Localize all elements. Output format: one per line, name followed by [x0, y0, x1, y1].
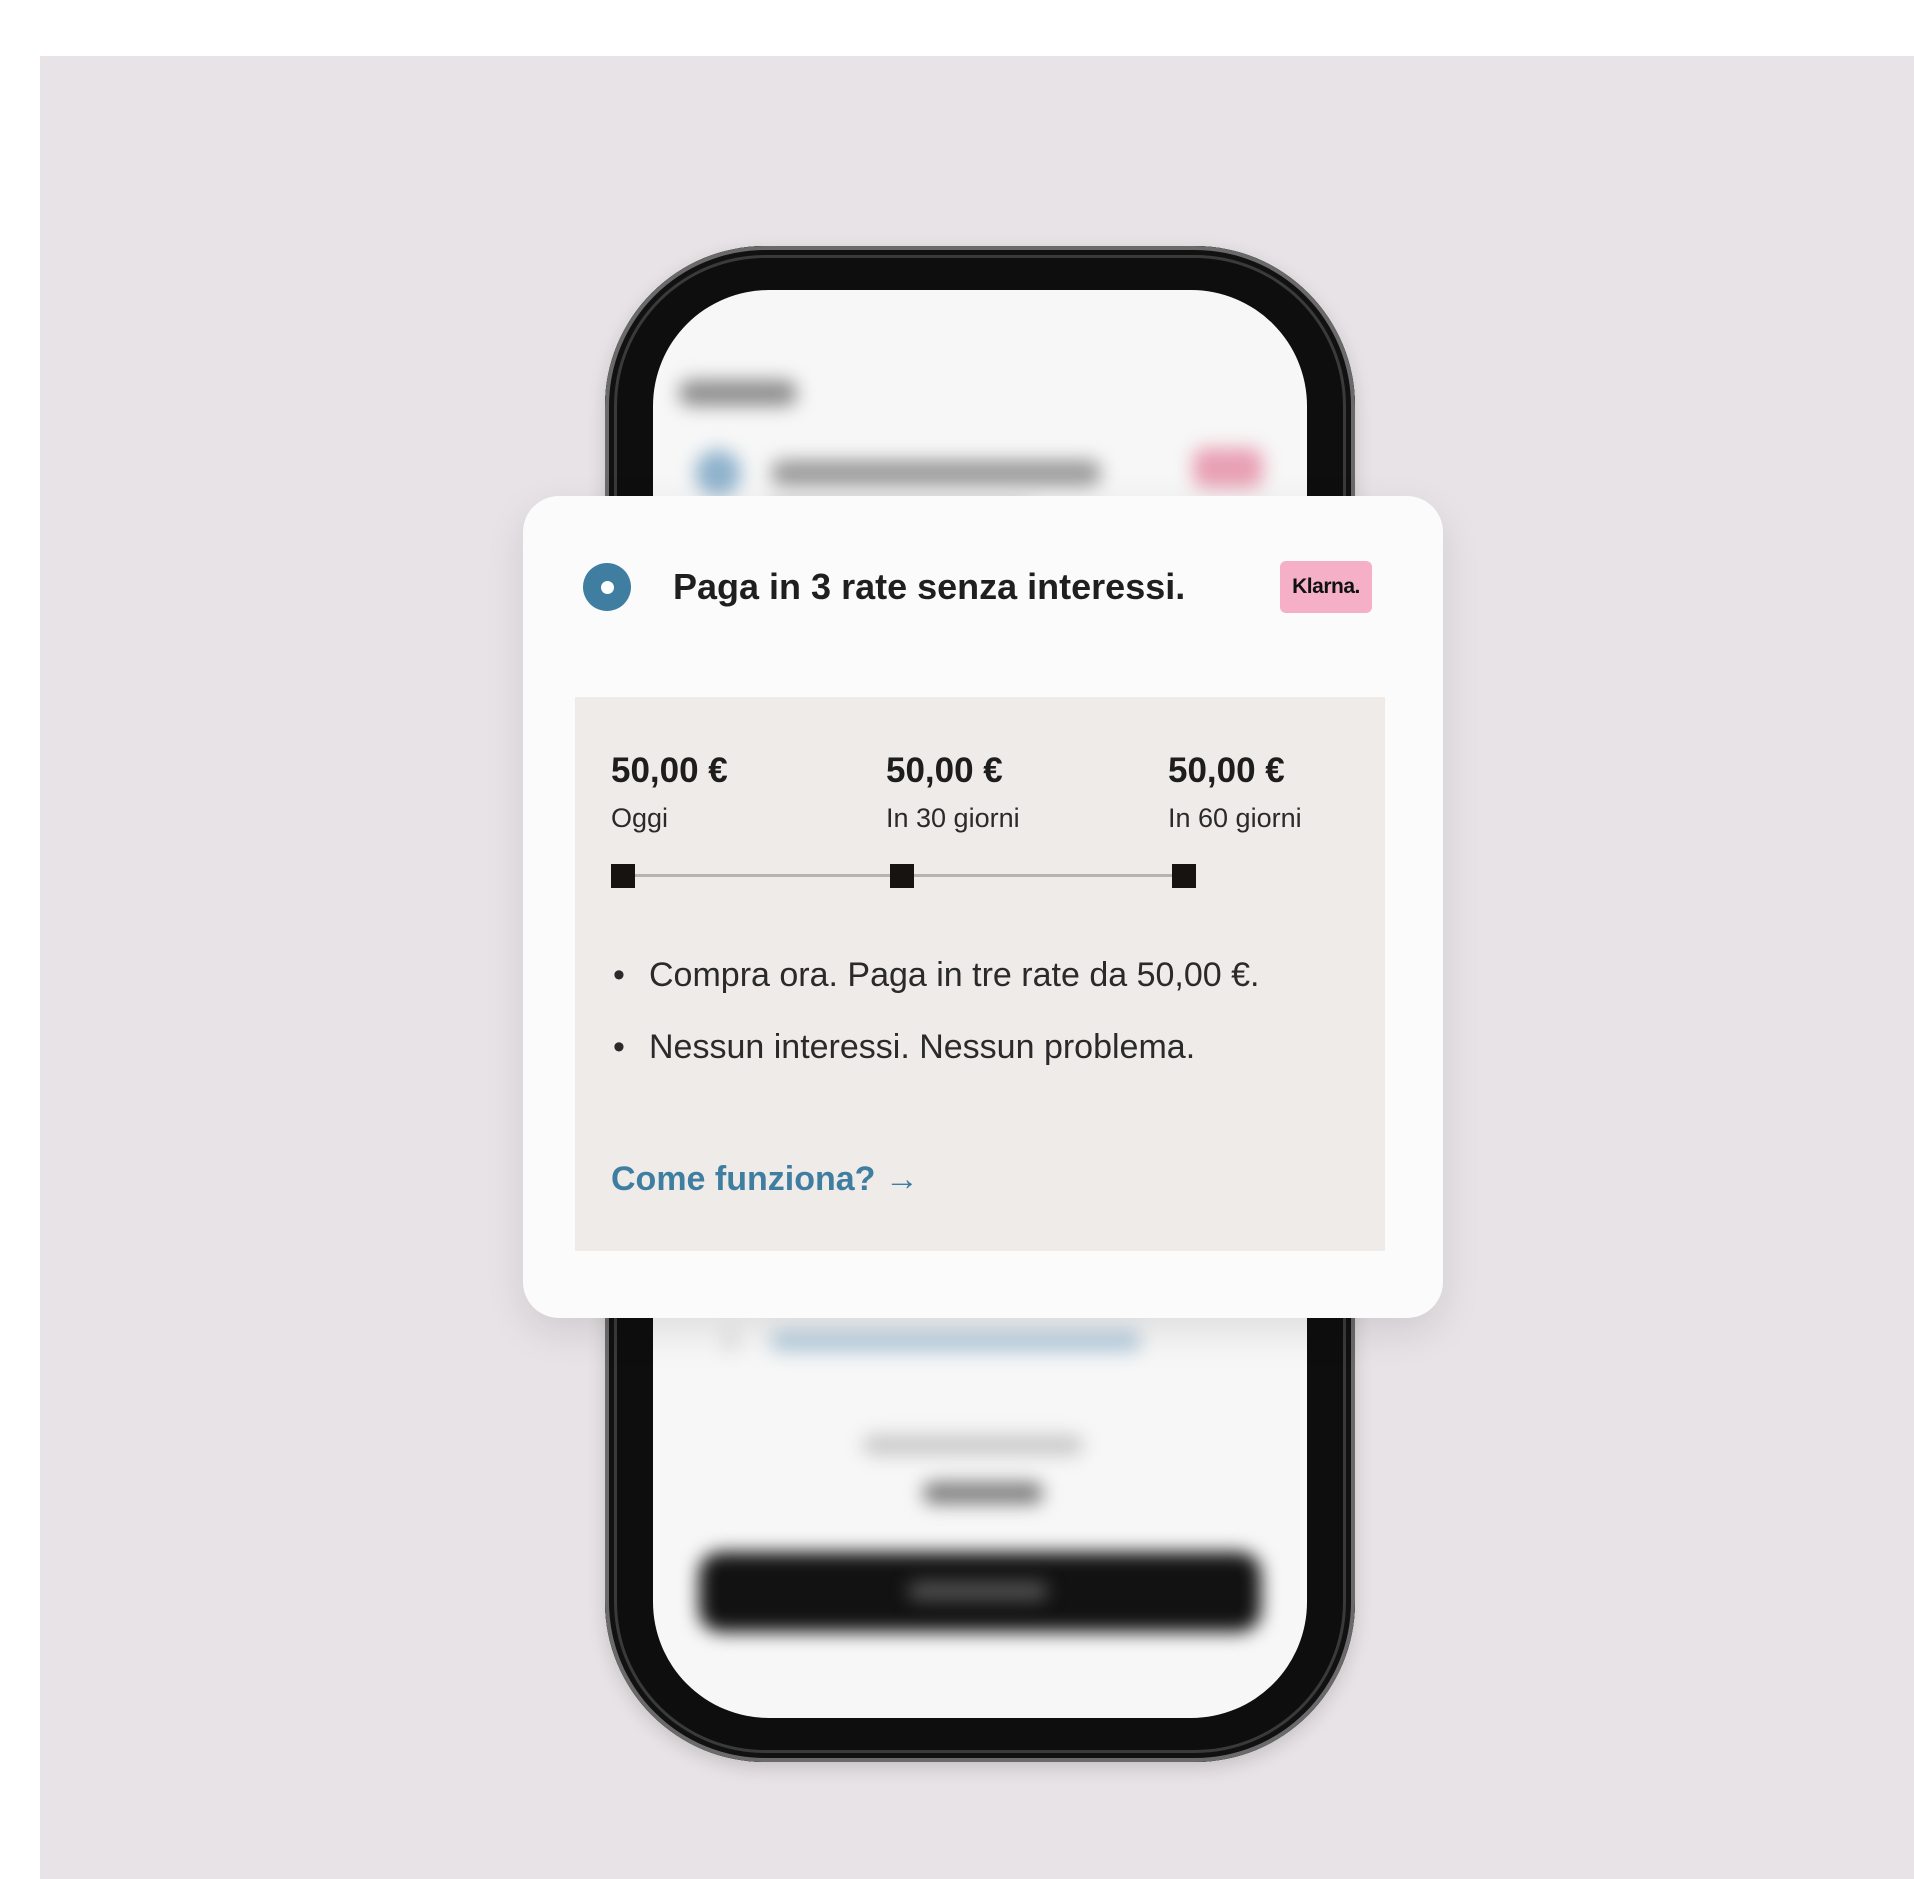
- installment-amount: 50,00 €: [886, 751, 1003, 790]
- installment-2: 50,00 € In 30 giorni: [886, 749, 1020, 835]
- blurred-link: [771, 1330, 1141, 1352]
- installment-amount: 50,00 €: [611, 751, 728, 790]
- bullet-dot-icon: •: [613, 956, 625, 994]
- blurred-badge: [1193, 448, 1263, 488]
- installment-timeline: [611, 862, 1211, 890]
- timeline-node-today: [611, 864, 635, 888]
- list-item: • Nessun interessi. Nessun problema.: [611, 1023, 1361, 1071]
- radio-selected-icon[interactable]: [583, 563, 631, 611]
- benefit-text: Nessun interessi. Nessun problema.: [649, 1028, 1196, 1066]
- installment-1: 50,00 € Oggi: [611, 749, 728, 835]
- how-it-works-label: Come funziona?: [611, 1160, 876, 1198]
- installment-when: Oggi: [611, 803, 669, 833]
- bullet-dot-icon: •: [613, 1028, 625, 1066]
- installment-plan-panel: 50,00 € Oggi 50,00 € In 30 giorni 50,00 …: [575, 697, 1385, 1251]
- installment-amount: 50,00 €: [1168, 751, 1285, 790]
- blurred-caption: [863, 1435, 1083, 1455]
- timeline-node-60-days: [1172, 864, 1196, 888]
- blurred-radio: [695, 450, 741, 496]
- blurred-total: [923, 1482, 1043, 1504]
- klarna-logo-badge: Klarna.: [1280, 561, 1372, 613]
- blurred-heading: [679, 380, 797, 406]
- arrow-right-icon: →: [884, 1160, 919, 1198]
- benefit-text: Compra ora. Paga in tre rate da 50,00 €.: [649, 956, 1260, 994]
- payment-option-card[interactable]: Paga in 3 rate senza interessi. Klarna. …: [523, 496, 1443, 1318]
- installment-3: 50,00 € In 60 giorni: [1168, 749, 1302, 835]
- timeline-node-30-days: [890, 864, 914, 888]
- payment-option-title: Paga in 3 rate senza interessi.: [673, 566, 1186, 607]
- benefit-list: • Compra ora. Paga in tre rate da 50,00 …: [611, 951, 1361, 1095]
- radio-dot: [600, 580, 614, 594]
- installment-when: In 60 giorni: [1168, 803, 1302, 833]
- blurred-divider: [725, 1330, 735, 1352]
- list-item: • Compra ora. Paga in tre rate da 50,00 …: [611, 951, 1361, 999]
- blurred-option-label: [771, 460, 1101, 486]
- installment-when: In 30 giorni: [886, 803, 1020, 833]
- how-it-works-link[interactable]: Come funziona? →: [611, 1157, 919, 1201]
- blurred-button-label: [908, 1582, 1048, 1600]
